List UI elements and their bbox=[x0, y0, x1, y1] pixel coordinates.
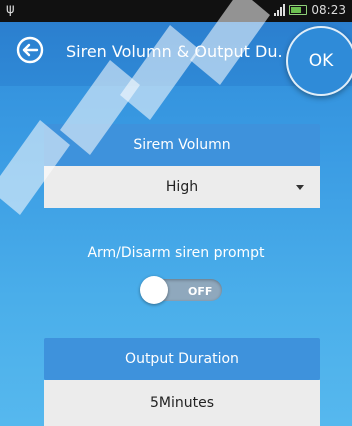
page-title: Siren Volumn & Output Du. bbox=[66, 42, 283, 61]
siren-prompt-label: Arm/Disarm siren prompt bbox=[87, 245, 265, 261]
dropdown-arrow-icon bbox=[296, 185, 304, 190]
battery-icon bbox=[289, 5, 308, 15]
toggle-state-text: OFF bbox=[188, 285, 213, 298]
app-screen: ψ 08:23 Siren Volumn & Output Du. OK Sir… bbox=[0, 0, 352, 426]
output-duration-header: Output Duration bbox=[44, 338, 320, 380]
siren-prompt-toggle[interactable]: OFF bbox=[140, 276, 224, 304]
siren-volume-value: High bbox=[165, 179, 199, 195]
signal-icon bbox=[274, 4, 286, 16]
usb-icon: ψ bbox=[6, 2, 15, 17]
back-arrow-icon[interactable] bbox=[16, 36, 44, 64]
ok-button[interactable]: OK bbox=[286, 26, 352, 96]
output-duration-selector[interactable]: 5Minutes bbox=[44, 380, 320, 426]
title-bar: Siren Volumn & Output Du. OK bbox=[0, 22, 352, 96]
siren-volume-header: Sirem Volumn bbox=[44, 124, 320, 166]
output-duration-value: 5Minutes bbox=[149, 395, 215, 411]
status-indicators: 08:23 bbox=[274, 3, 346, 17]
toggle-knob bbox=[140, 276, 168, 304]
status-time: 08:23 bbox=[311, 3, 346, 17]
siren-volume-dropdown[interactable]: High bbox=[44, 166, 320, 208]
status-bar: ψ 08:23 bbox=[0, 0, 352, 22]
